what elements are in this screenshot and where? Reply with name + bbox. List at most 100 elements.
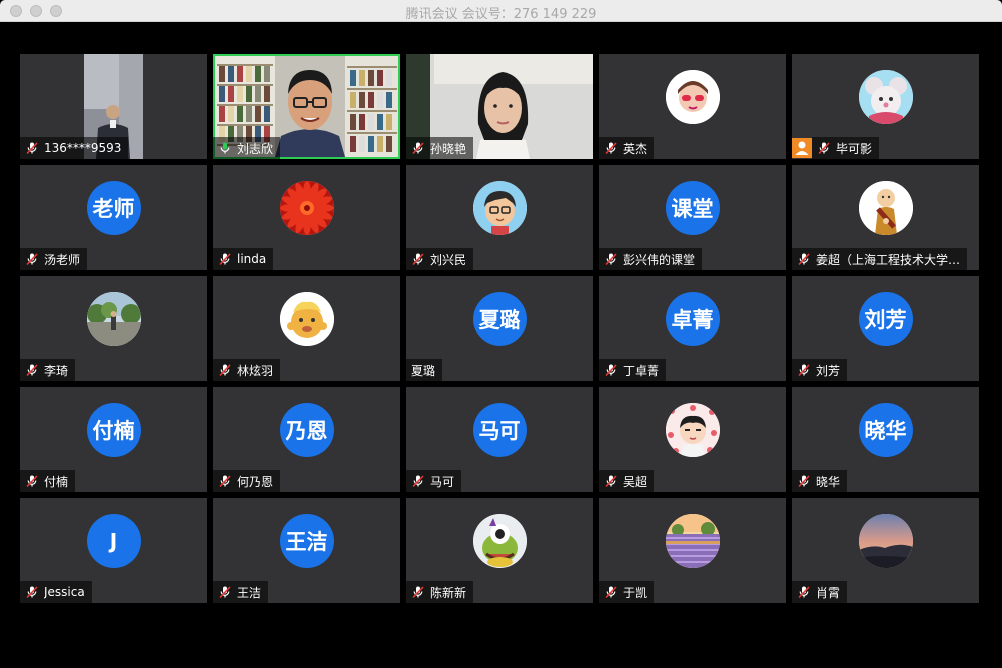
participant-tile[interactable]: 林炫羽 bbox=[213, 276, 400, 381]
participant-label: 彭兴伟的课堂 bbox=[599, 248, 703, 270]
microphone-muted-icon bbox=[25, 585, 39, 599]
participant-name: 肖霄 bbox=[816, 585, 841, 600]
participant-name: Jessica bbox=[44, 585, 85, 599]
microphone-muted-icon bbox=[218, 474, 232, 488]
participant-tile[interactable]: 课堂彭兴伟的课堂 bbox=[599, 165, 786, 270]
participant-initials-avatar: 王洁 bbox=[279, 514, 334, 568]
window-title: 腾讯会议 会议号：276 149 229 bbox=[405, 7, 597, 22]
microphone-muted-icon bbox=[25, 363, 39, 377]
participant-initials-avatar: 付楠 bbox=[86, 403, 141, 457]
participant-tile[interactable]: 刘志欣 bbox=[213, 54, 400, 159]
participant-label: 李琦 bbox=[20, 359, 76, 381]
participant-tile[interactable]: 马可 马可 bbox=[406, 387, 593, 492]
participant-avatar-image bbox=[86, 292, 141, 346]
microphone-muted-icon bbox=[411, 252, 425, 266]
microphone-muted-icon bbox=[411, 585, 425, 599]
microphone-muted-icon bbox=[797, 474, 811, 488]
participant-tile[interactable]: 肖霄 bbox=[792, 498, 979, 603]
participant-tile[interactable]: 毕可影 bbox=[792, 54, 979, 159]
participant-label: 付楠 bbox=[20, 470, 76, 492]
participant-label: 姜超（上海工程技术大学… bbox=[792, 248, 968, 270]
microphone-muted-icon bbox=[411, 474, 425, 488]
participant-avatar-image bbox=[665, 403, 720, 457]
participant-label: 王洁 bbox=[213, 581, 269, 603]
participant-label: 丁卓菁 bbox=[599, 359, 667, 381]
participant-tile[interactable]: 刘兴民 bbox=[406, 165, 593, 270]
participant-tile[interactable]: 于凯 bbox=[599, 498, 786, 603]
participant-avatar-image bbox=[858, 70, 913, 124]
participant-tile[interactable]: 吴超 bbox=[599, 387, 786, 492]
microphone-muted-icon bbox=[218, 252, 232, 266]
participant-avatar-image bbox=[858, 181, 913, 235]
microphone-muted-icon bbox=[604, 474, 618, 488]
participant-tile[interactable]: 陈新新 bbox=[406, 498, 593, 603]
title-bar: 腾讯会议 会议号：276 149 229 bbox=[0, 0, 1002, 22]
participant-label: 毕可影 bbox=[812, 137, 880, 159]
participant-label: 136****9593 bbox=[20, 137, 129, 159]
participant-avatar-image bbox=[472, 181, 527, 235]
participant-label: 马可 bbox=[406, 470, 462, 492]
participant-name: 毕可影 bbox=[836, 141, 873, 156]
participant-tile[interactable]: 晓华 晓华 bbox=[792, 387, 979, 492]
participant-name: 何乃恩 bbox=[237, 474, 274, 489]
participant-name: 英杰 bbox=[623, 141, 648, 156]
participant-tile[interactable]: 李琦 bbox=[20, 276, 207, 381]
participant-initials-avatar: 课堂 bbox=[665, 181, 720, 235]
participant-tile[interactable]: 136****9593 bbox=[20, 54, 207, 159]
participant-avatar-image bbox=[472, 514, 527, 568]
participant-tile[interactable]: 乃恩何乃恩 bbox=[213, 387, 400, 492]
participant-label: 刘兴民 bbox=[406, 248, 474, 270]
participant-label: 陈新新 bbox=[406, 581, 474, 603]
participant-tile[interactable]: 姜超（上海工程技术大学… bbox=[792, 165, 979, 270]
participant-name: 刘兴民 bbox=[430, 252, 467, 267]
participant-name: 晓华 bbox=[816, 474, 841, 489]
participant-label: 肖霄 bbox=[792, 581, 848, 603]
participant-label: Jessica bbox=[20, 581, 92, 603]
participant-avatar-image bbox=[665, 70, 720, 124]
microphone-muted-icon bbox=[817, 141, 831, 155]
participant-tile[interactable]: 老师汤老师 bbox=[20, 165, 207, 270]
participant-name: 马可 bbox=[430, 474, 455, 489]
participant-label: 汤老师 bbox=[20, 248, 88, 270]
participant-avatar-image bbox=[279, 292, 334, 346]
participant-initials-avatar: 马可 bbox=[472, 403, 527, 457]
participant-name: 彭兴伟的课堂 bbox=[623, 252, 696, 267]
participant-tile[interactable]: linda bbox=[213, 165, 400, 270]
participant-tile[interactable]: J Jessica bbox=[20, 498, 207, 603]
participant-name: 刘志欣 bbox=[237, 141, 274, 156]
participant-name: 136****9593 bbox=[44, 141, 122, 155]
participant-label: 吴超 bbox=[599, 470, 655, 492]
participant-label: 于凯 bbox=[599, 581, 655, 603]
participant-tile[interactable]: 卓菁 丁卓菁 bbox=[599, 276, 786, 381]
microphone-muted-icon bbox=[218, 585, 232, 599]
participant-name: 汤老师 bbox=[44, 252, 81, 267]
participant-avatar-image bbox=[858, 514, 913, 568]
participant-name: 王洁 bbox=[237, 585, 262, 600]
participant-label: 英杰 bbox=[599, 137, 655, 159]
participant-tile[interactable]: 夏璐 夏璐 bbox=[406, 276, 593, 381]
participant-initials-avatar: 老师 bbox=[86, 181, 141, 235]
participant-initials-avatar: 乃恩 bbox=[279, 403, 334, 457]
participant-initials-avatar: 晓华 bbox=[858, 403, 913, 457]
microphone-muted-icon bbox=[604, 141, 618, 155]
microphone-muted-icon bbox=[797, 585, 811, 599]
participant-name: 姜超（上海工程技术大学… bbox=[816, 252, 961, 267]
microphone-muted-icon bbox=[797, 363, 811, 377]
participant-tile[interactable]: 英杰 bbox=[599, 54, 786, 159]
participant-avatar-image bbox=[665, 514, 720, 568]
participant-label: 何乃恩 bbox=[213, 470, 281, 492]
microphone-muted-icon bbox=[604, 363, 618, 377]
participant-label: 刘志欣 bbox=[213, 137, 281, 159]
participant-avatar-image bbox=[279, 181, 334, 235]
participant-initials-avatar: 刘芳 bbox=[858, 292, 913, 346]
participant-tile[interactable]: 刘芳 刘芳 bbox=[792, 276, 979, 381]
participant-tile[interactable]: 孙晓艳 bbox=[406, 54, 593, 159]
participant-name: linda bbox=[237, 252, 267, 266]
participant-tile[interactable]: 王洁 王洁 bbox=[213, 498, 400, 603]
microphone-muted-icon bbox=[218, 363, 232, 377]
participant-name: 林炫羽 bbox=[237, 363, 274, 378]
participant-label: 夏璐 bbox=[406, 359, 443, 381]
participant-tile[interactable]: 付楠 付楠 bbox=[20, 387, 207, 492]
participant-label: 林炫羽 bbox=[213, 359, 281, 381]
microphone-muted-icon bbox=[604, 252, 618, 266]
